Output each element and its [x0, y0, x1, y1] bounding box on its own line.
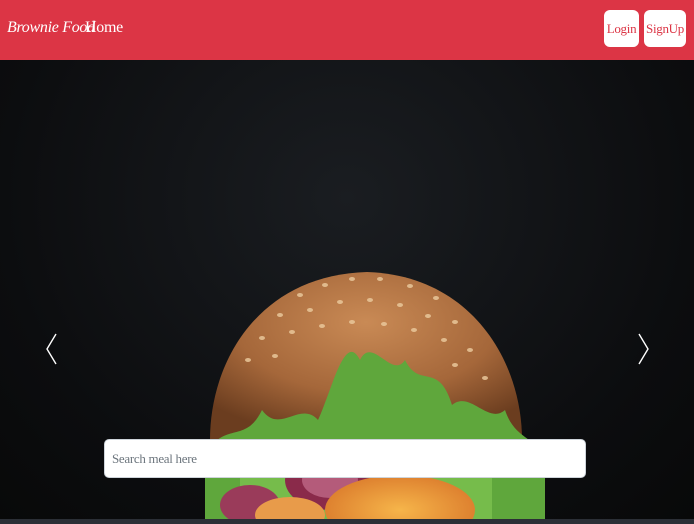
search-box	[104, 439, 586, 478]
nav-link-home[interactable]: Home	[85, 19, 123, 37]
brand-logo[interactable]: Brownie Food	[7, 19, 95, 37]
search-input[interactable]	[105, 440, 585, 477]
carousel-bottom-bar	[0, 519, 694, 524]
carousel-next-icon[interactable]	[633, 332, 653, 366]
login-button[interactable]: Login	[604, 10, 639, 47]
navbar: Brownie Food Home Login SignUp	[0, 0, 694, 60]
signup-button[interactable]: SignUp	[644, 10, 686, 47]
carousel-prev-icon[interactable]	[42, 332, 62, 366]
